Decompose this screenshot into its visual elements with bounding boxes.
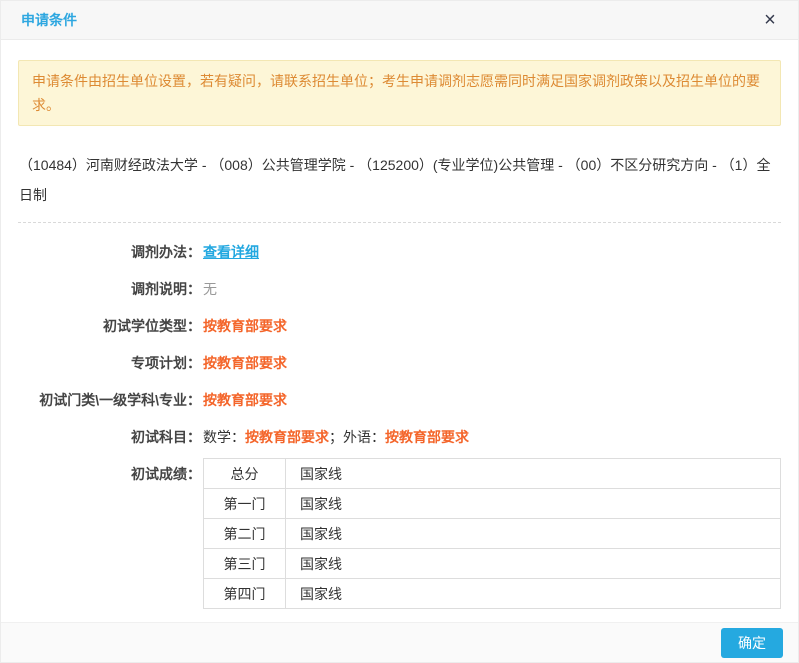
- close-icon[interactable]: ×: [759, 9, 781, 31]
- score-item-name: 第四门: [204, 579, 286, 609]
- degree-type-value: 按教育部要求: [203, 316, 287, 336]
- degree-type-label: 初试学位类型：: [18, 316, 201, 336]
- score-item-value: 国家线: [286, 519, 781, 549]
- table-row: 第二门 国家线: [204, 519, 781, 549]
- score-item-name: 总分: [204, 459, 286, 489]
- application-conditions-dialog: 申请条件 × 申请条件由招生单位设置，若有疑问，请联系招生单位；考生申请调剂志愿…: [0, 0, 799, 663]
- score-item-name: 第一门: [204, 489, 286, 519]
- score-item-name: 第二门: [204, 519, 286, 549]
- table-row: 第一门 国家线: [204, 489, 781, 519]
- foreign-language-label: ；外语：: [329, 429, 385, 445]
- table-row: 第四门 国家线: [204, 579, 781, 609]
- score-item-value: 国家线: [286, 549, 781, 579]
- math-subject-value: 按教育部要求: [245, 429, 329, 445]
- dialog-title: 申请条件: [21, 1, 77, 40]
- view-detail-link[interactable]: 查看详细: [203, 244, 259, 260]
- dialog-footer: 确定: [1, 622, 798, 662]
- field-transfer-note: 调剂说明： 无: [18, 279, 781, 299]
- dialog-body: 申请条件由招生单位设置，若有疑问，请联系招生单位；考生申请调剂志愿需同时满足国家…: [1, 60, 798, 609]
- field-transfer-method: 调剂办法： 查看详细: [18, 242, 781, 262]
- confirm-button[interactable]: 确定: [721, 628, 783, 658]
- category-label: 初试门类\一级学科\专业：: [18, 390, 201, 410]
- notice-banner: 申请条件由招生单位设置，若有疑问，请联系招生单位；考生申请调剂志愿需同时满足国家…: [18, 60, 781, 126]
- exam-subjects-label: 初试科目：: [18, 427, 201, 447]
- score-item-name: 第三门: [204, 549, 286, 579]
- special-plan-label: 专项计划：: [18, 353, 201, 373]
- transfer-note-value: 无: [203, 279, 217, 299]
- field-exam-subjects: 初试科目： 数学：按教育部要求；外语：按教育部要求: [18, 427, 781, 447]
- foreign-language-value: 按教育部要求: [385, 429, 469, 445]
- score-item-value: 国家线: [286, 579, 781, 609]
- table-row: 第三门 国家线: [204, 549, 781, 579]
- transfer-note-label: 调剂说明：: [18, 279, 201, 299]
- field-category: 初试门类\一级学科\专业： 按教育部要求: [18, 390, 781, 410]
- dashed-separator: [18, 222, 781, 223]
- transfer-method-label: 调剂办法：: [18, 242, 201, 262]
- score-criteria-table: 总分 国家线 第一门 国家线 第二门 国家线 第三门: [203, 458, 781, 609]
- dialog-header: 申请条件 ×: [1, 1, 798, 40]
- field-special-plan: 专项计划： 按教育部要求: [18, 353, 781, 373]
- score-item-value: 国家线: [286, 489, 781, 519]
- exam-subjects-value: 数学：按教育部要求；外语：按教育部要求: [203, 427, 469, 447]
- exam-scores-label: 初试成绩：: [18, 464, 201, 484]
- table-row: 总分 国家线: [204, 459, 781, 489]
- math-subject-label: 数学：: [203, 429, 245, 445]
- category-value: 按教育部要求: [203, 390, 287, 410]
- field-exam-scores: 初试成绩： 总分 国家线 第一门 国家线 第二门 国家线: [18, 464, 781, 609]
- condition-fields: 调剂办法： 查看详细 调剂说明： 无 初试学位类型： 按教育部要求 专项计划： …: [18, 242, 781, 609]
- field-degree-type: 初试学位类型： 按教育部要求: [18, 316, 781, 336]
- special-plan-value: 按教育部要求: [203, 353, 287, 373]
- program-info: （10484）河南财经政法大学 - （008）公共管理学院 - （125200）…: [18, 150, 781, 210]
- score-item-value: 国家线: [286, 459, 781, 489]
